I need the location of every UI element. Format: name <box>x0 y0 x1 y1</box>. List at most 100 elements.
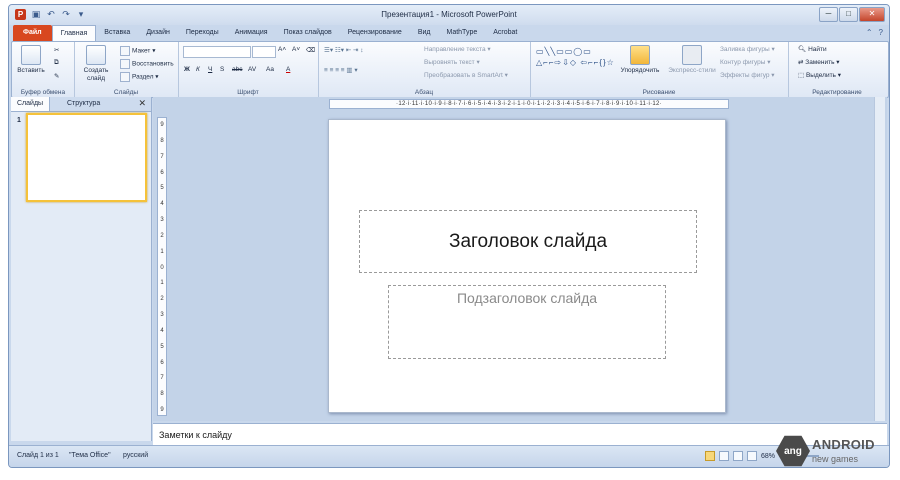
reset-icon <box>120 59 130 69</box>
underline-button[interactable]: Ч <box>208 66 212 73</box>
vertical-ruler-tick: 7 <box>160 153 164 160</box>
change-case-button[interactable]: Aa <box>266 66 274 73</box>
smartart-button[interactable]: Преобразовать в SmartArt ▾ <box>424 71 508 79</box>
format-painter-icon[interactable]: ✎ <box>54 72 59 80</box>
cut-icon[interactable]: ✂ <box>54 46 59 54</box>
replace-button[interactable]: ⇄ Заменить ▾ <box>798 58 840 66</box>
shrink-font-button[interactable]: A˅ <box>292 46 300 53</box>
vertical-ruler-tick: 7 <box>160 375 164 382</box>
italic-button[interactable]: К <box>196 66 200 73</box>
tab-home[interactable]: Главная <box>51 25 97 41</box>
group-label: Редактирование <box>812 89 862 96</box>
list-buttons[interactable]: ☰▾ ☷▾ ⇤ ⇥ ↕ <box>324 46 364 54</box>
tab-mathtype[interactable]: MathType <box>439 25 486 41</box>
minimize-button[interactable]: ─ <box>819 7 838 22</box>
vertical-ruler-tick: 4 <box>160 201 164 208</box>
copy-icon[interactable]: ⧉ <box>54 59 59 67</box>
tab-design[interactable]: Дизайн <box>138 25 178 41</box>
layout-icon <box>120 46 130 56</box>
notes-placeholder[interactable]: Заметки к слайду <box>159 430 232 440</box>
slideshow-icon[interactable] <box>746 451 757 461</box>
font-color-button[interactable]: A <box>286 66 290 73</box>
slide-editor: ·12·i·11·i·10·i·9·i·8·i·7·i·6·i·5·i·4·i·… <box>153 97 887 421</box>
shadow-button[interactable]: S <box>220 66 224 73</box>
slide-thumbnail[interactable] <box>26 113 147 202</box>
new-slide-button[interactable]: Создать слайд <box>78 45 114 83</box>
font-size-select[interactable] <box>252 46 276 58</box>
tab-insert[interactable]: Вставка <box>96 25 138 41</box>
select-icon: ⬚ <box>798 72 806 79</box>
vertical-ruler-tick: 1 <box>160 280 164 287</box>
watermark-title: ANDROID <box>812 437 875 452</box>
tab-acrobat[interactable]: Acrobat <box>485 25 525 41</box>
tab-file[interactable]: Файл <box>13 25 52 41</box>
tab-view[interactable]: Вид <box>410 25 439 41</box>
close-button[interactable]: ✕ <box>859 7 885 22</box>
bold-button[interactable]: Ж <box>184 66 190 73</box>
align-text-button[interactable]: Выровнять текст ▾ <box>424 58 480 66</box>
select-button[interactable]: ⬚ Выделить ▾ <box>798 71 841 79</box>
char-spacing-button[interactable]: AV <box>248 66 256 73</box>
reading-view-icon[interactable] <box>732 451 743 461</box>
group-font: A˄ A˅ ⌫ Ж К Ч S abc AV Aa A Шрифт <box>178 42 319 97</box>
strikethrough-button[interactable]: abc <box>232 66 242 73</box>
align-buttons[interactable]: ≡ ≡ ≡ ≡ ▥ ▾ <box>324 66 358 74</box>
layout-button[interactable]: Макет ▾ <box>120 46 155 56</box>
minimize-ribbon-icon[interactable]: ⌃ <box>866 28 873 37</box>
theme-name: "Тема Office" <box>69 452 111 459</box>
vertical-ruler-tick: 5 <box>160 343 164 350</box>
shapes-gallery[interactable]: ▭╲╲▭▭◯▭ △⌐⌐⇨⇩◇ ⇦⌐⌐{}☆ <box>536 46 616 68</box>
shape-effects-button[interactable]: Эффекты фигур ▾ <box>720 71 775 79</box>
clear-format-icon[interactable]: ⌫ <box>306 46 315 54</box>
tab-slides-panel[interactable]: Слайды <box>11 97 51 111</box>
text-direction-button[interactable]: Направление текста ▾ <box>424 45 491 53</box>
paste-icon <box>21 45 41 65</box>
vertical-ruler-tick: 3 <box>160 312 164 318</box>
window-title: Презентация1 - Microsoft PowerPoint <box>381 10 517 19</box>
vertical-ruler-tick: 2 <box>160 296 164 303</box>
vertical-ruler-tick: 6 <box>160 359 164 366</box>
normal-view-icon[interactable] <box>704 451 715 461</box>
watermark-logo: ang ANDROID new games <box>776 432 894 472</box>
vertical-ruler-tick: 1 <box>160 248 164 255</box>
close-panel-icon[interactable]: ✕ <box>138 98 146 109</box>
vertical-scrollbar[interactable] <box>874 97 885 421</box>
watermark-badge: ang <box>776 435 810 467</box>
find-button[interactable]: 🔍︎ Найти <box>798 45 827 53</box>
maximize-button[interactable]: □ <box>839 7 858 22</box>
group-editing: 🔍︎ Найти ⇄ Заменить ▾ ⬚ Выделить ▾ Редак… <box>788 42 886 97</box>
tab-transitions[interactable]: Переходы <box>178 25 227 41</box>
arrange-button[interactable]: Упорядочить <box>616 45 664 75</box>
shape-outline-button[interactable]: Контур фигуры ▾ <box>720 58 771 66</box>
vertical-ruler-tick: 6 <box>160 169 164 176</box>
group-slides: Создать слайд Макет ▾ Восстановить Разде… <box>74 42 179 97</box>
vertical-ruler-tick: 9 <box>160 122 164 128</box>
tab-animations[interactable]: Анимация <box>227 25 276 41</box>
tab-slideshow[interactable]: Показ слайдов <box>276 25 340 41</box>
language-indicator[interactable]: русский <box>123 452 148 459</box>
tab-outline-panel[interactable]: Структура <box>61 97 106 111</box>
window-controls: ─ □ ✕ <box>819 7 885 22</box>
vertical-ruler-tick: 8 <box>160 391 164 398</box>
font-name-select[interactable] <box>183 46 251 58</box>
grow-font-button[interactable]: A˄ <box>278 46 286 53</box>
quick-styles-icon <box>682 45 702 65</box>
shape-fill-button[interactable]: Заливка фигуры ▾ <box>720 45 775 53</box>
slide-sorter-icon[interactable] <box>718 451 729 461</box>
tab-review[interactable]: Рецензирование <box>340 25 410 41</box>
group-label: Буфер обмена <box>20 89 66 96</box>
quick-styles-button[interactable]: Экспресс-стили <box>666 45 718 75</box>
zoom-level[interactable]: 68% <box>761 453 775 460</box>
paste-button[interactable]: Вставить <box>16 45 46 75</box>
subtitle-placeholder[interactable]: Подзаголовок слайда <box>388 285 666 359</box>
reset-button[interactable]: Восстановить <box>120 59 174 69</box>
section-button[interactable]: Раздел ▾ <box>120 72 159 82</box>
new-slide-icon <box>86 45 106 65</box>
vertical-ruler-tick: 4 <box>160 327 164 334</box>
help-icon[interactable]: ? <box>879 28 883 37</box>
panel-tabs: Слайды Структура ✕ <box>11 97 151 112</box>
vertical-ruler-tick: 5 <box>160 185 164 192</box>
slide-counter: Слайд 1 из 1 <box>17 452 59 459</box>
title-placeholder[interactable]: Заголовок слайда <box>359 210 697 273</box>
slide-canvas[interactable]: Заголовок слайда Подзаголовок слайда <box>328 119 726 413</box>
